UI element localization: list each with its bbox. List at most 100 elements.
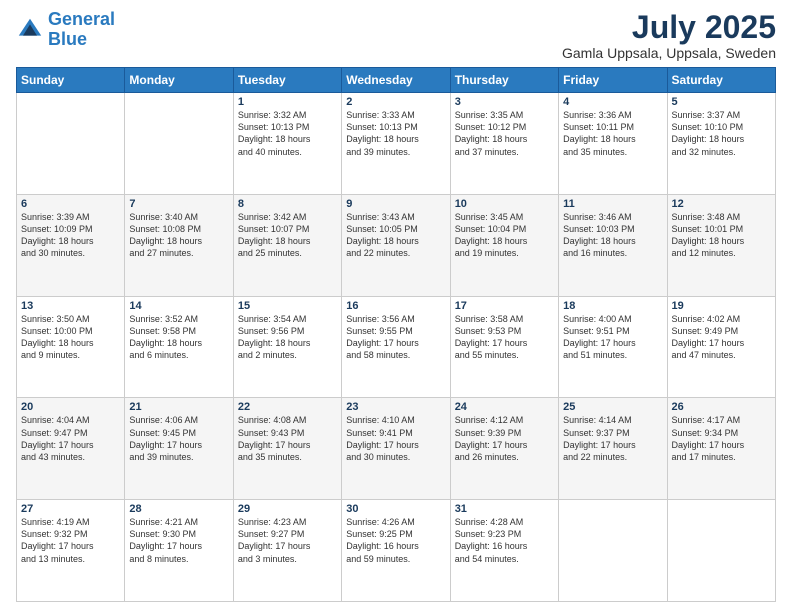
calendar-cell: 26Sunrise: 4:17 AM Sunset: 9:34 PM Dayli… (667, 398, 775, 500)
calendar-cell: 9Sunrise: 3:43 AM Sunset: 10:05 PM Dayli… (342, 194, 450, 296)
day-info: Sunrise: 3:45 AM Sunset: 10:04 PM Daylig… (455, 211, 554, 260)
calendar-cell: 13Sunrise: 3:50 AM Sunset: 10:00 PM Dayl… (17, 296, 125, 398)
day-info: Sunrise: 4:23 AM Sunset: 9:27 PM Dayligh… (238, 516, 337, 565)
calendar-cell: 25Sunrise: 4:14 AM Sunset: 9:37 PM Dayli… (559, 398, 667, 500)
calendar-cell: 11Sunrise: 3:46 AM Sunset: 10:03 PM Dayl… (559, 194, 667, 296)
calendar-cell: 2Sunrise: 3:33 AM Sunset: 10:13 PM Dayli… (342, 93, 450, 195)
calendar-cell: 14Sunrise: 3:52 AM Sunset: 9:58 PM Dayli… (125, 296, 233, 398)
calendar-cell: 21Sunrise: 4:06 AM Sunset: 9:45 PM Dayli… (125, 398, 233, 500)
day-info: Sunrise: 4:19 AM Sunset: 9:32 PM Dayligh… (21, 516, 120, 565)
day-number: 18 (563, 300, 662, 312)
day-number: 27 (21, 503, 120, 515)
weekday-header: Friday (559, 68, 667, 93)
logo-text: General Blue (48, 10, 115, 50)
weekday-header: Wednesday (342, 68, 450, 93)
weekday-header-row: SundayMondayTuesdayWednesdayThursdayFrid… (17, 68, 776, 93)
day-number: 19 (672, 300, 771, 312)
day-number: 14 (129, 300, 228, 312)
day-info: Sunrise: 3:43 AM Sunset: 10:05 PM Daylig… (346, 211, 445, 260)
calendar-cell: 29Sunrise: 4:23 AM Sunset: 9:27 PM Dayli… (233, 500, 341, 602)
calendar-cell: 17Sunrise: 3:58 AM Sunset: 9:53 PM Dayli… (450, 296, 558, 398)
day-number: 17 (455, 300, 554, 312)
calendar-cell: 10Sunrise: 3:45 AM Sunset: 10:04 PM Dayl… (450, 194, 558, 296)
logo: General Blue (16, 10, 115, 50)
day-number: 3 (455, 96, 554, 108)
day-info: Sunrise: 3:36 AM Sunset: 10:11 PM Daylig… (563, 109, 662, 158)
calendar-cell (125, 93, 233, 195)
day-info: Sunrise: 3:46 AM Sunset: 10:03 PM Daylig… (563, 211, 662, 260)
day-info: Sunrise: 3:50 AM Sunset: 10:00 PM Daylig… (21, 313, 120, 362)
day-info: Sunrise: 3:32 AM Sunset: 10:13 PM Daylig… (238, 109, 337, 158)
calendar-cell: 5Sunrise: 3:37 AM Sunset: 10:10 PM Dayli… (667, 93, 775, 195)
day-info: Sunrise: 3:54 AM Sunset: 9:56 PM Dayligh… (238, 313, 337, 362)
calendar-cell: 3Sunrise: 3:35 AM Sunset: 10:12 PM Dayli… (450, 93, 558, 195)
day-number: 21 (129, 401, 228, 413)
header: General Blue July 2025 Gamla Uppsala, Up… (16, 10, 776, 61)
calendar-cell: 18Sunrise: 4:00 AM Sunset: 9:51 PM Dayli… (559, 296, 667, 398)
day-number: 25 (563, 401, 662, 413)
logo-blue: Blue (48, 29, 87, 49)
day-info: Sunrise: 3:58 AM Sunset: 9:53 PM Dayligh… (455, 313, 554, 362)
calendar-cell: 19Sunrise: 4:02 AM Sunset: 9:49 PM Dayli… (667, 296, 775, 398)
calendar-cell: 7Sunrise: 3:40 AM Sunset: 10:08 PM Dayli… (125, 194, 233, 296)
calendar-cell: 23Sunrise: 4:10 AM Sunset: 9:41 PM Dayli… (342, 398, 450, 500)
main-title: July 2025 (562, 10, 776, 45)
weekday-header: Tuesday (233, 68, 341, 93)
day-number: 9 (346, 198, 445, 210)
day-info: Sunrise: 3:39 AM Sunset: 10:09 PM Daylig… (21, 211, 120, 260)
calendar-week-row: 13Sunrise: 3:50 AM Sunset: 10:00 PM Dayl… (17, 296, 776, 398)
page: General Blue July 2025 Gamla Uppsala, Up… (0, 0, 792, 612)
logo-icon (16, 16, 44, 44)
day-info: Sunrise: 3:33 AM Sunset: 10:13 PM Daylig… (346, 109, 445, 158)
calendar-cell: 24Sunrise: 4:12 AM Sunset: 9:39 PM Dayli… (450, 398, 558, 500)
calendar-cell: 20Sunrise: 4:04 AM Sunset: 9:47 PM Dayli… (17, 398, 125, 500)
day-number: 4 (563, 96, 662, 108)
calendar-cell: 1Sunrise: 3:32 AM Sunset: 10:13 PM Dayli… (233, 93, 341, 195)
day-info: Sunrise: 4:04 AM Sunset: 9:47 PM Dayligh… (21, 414, 120, 463)
day-number: 8 (238, 198, 337, 210)
day-number: 28 (129, 503, 228, 515)
title-block: July 2025 Gamla Uppsala, Uppsala, Sweden (562, 10, 776, 61)
day-info: Sunrise: 4:12 AM Sunset: 9:39 PM Dayligh… (455, 414, 554, 463)
calendar-cell: 12Sunrise: 3:48 AM Sunset: 10:01 PM Dayl… (667, 194, 775, 296)
day-number: 24 (455, 401, 554, 413)
day-number: 16 (346, 300, 445, 312)
day-info: Sunrise: 4:17 AM Sunset: 9:34 PM Dayligh… (672, 414, 771, 463)
weekday-header: Monday (125, 68, 233, 93)
day-info: Sunrise: 4:00 AM Sunset: 9:51 PM Dayligh… (563, 313, 662, 362)
day-number: 20 (21, 401, 120, 413)
weekday-header: Saturday (667, 68, 775, 93)
day-info: Sunrise: 3:48 AM Sunset: 10:01 PM Daylig… (672, 211, 771, 260)
calendar-cell: 8Sunrise: 3:42 AM Sunset: 10:07 PM Dayli… (233, 194, 341, 296)
calendar-cell: 15Sunrise: 3:54 AM Sunset: 9:56 PM Dayli… (233, 296, 341, 398)
calendar-cell: 16Sunrise: 3:56 AM Sunset: 9:55 PM Dayli… (342, 296, 450, 398)
day-info: Sunrise: 3:56 AM Sunset: 9:55 PM Dayligh… (346, 313, 445, 362)
day-number: 23 (346, 401, 445, 413)
day-number: 2 (346, 96, 445, 108)
day-number: 1 (238, 96, 337, 108)
day-info: Sunrise: 3:40 AM Sunset: 10:08 PM Daylig… (129, 211, 228, 260)
weekday-header: Thursday (450, 68, 558, 93)
day-number: 26 (672, 401, 771, 413)
logo-general: General (48, 9, 115, 29)
day-info: Sunrise: 3:42 AM Sunset: 10:07 PM Daylig… (238, 211, 337, 260)
day-info: Sunrise: 3:37 AM Sunset: 10:10 PM Daylig… (672, 109, 771, 158)
day-number: 13 (21, 300, 120, 312)
calendar-cell: 22Sunrise: 4:08 AM Sunset: 9:43 PM Dayli… (233, 398, 341, 500)
day-info: Sunrise: 4:06 AM Sunset: 9:45 PM Dayligh… (129, 414, 228, 463)
day-number: 7 (129, 198, 228, 210)
day-number: 29 (238, 503, 337, 515)
day-info: Sunrise: 4:02 AM Sunset: 9:49 PM Dayligh… (672, 313, 771, 362)
day-number: 5 (672, 96, 771, 108)
calendar-cell (17, 93, 125, 195)
calendar-cell (559, 500, 667, 602)
calendar-week-row: 6Sunrise: 3:39 AM Sunset: 10:09 PM Dayli… (17, 194, 776, 296)
day-info: Sunrise: 4:28 AM Sunset: 9:23 PM Dayligh… (455, 516, 554, 565)
calendar-cell: 6Sunrise: 3:39 AM Sunset: 10:09 PM Dayli… (17, 194, 125, 296)
weekday-header: Sunday (17, 68, 125, 93)
subtitle: Gamla Uppsala, Uppsala, Sweden (562, 45, 776, 61)
calendar-week-row: 1Sunrise: 3:32 AM Sunset: 10:13 PM Dayli… (17, 93, 776, 195)
day-number: 31 (455, 503, 554, 515)
day-info: Sunrise: 3:35 AM Sunset: 10:12 PM Daylig… (455, 109, 554, 158)
day-info: Sunrise: 4:26 AM Sunset: 9:25 PM Dayligh… (346, 516, 445, 565)
